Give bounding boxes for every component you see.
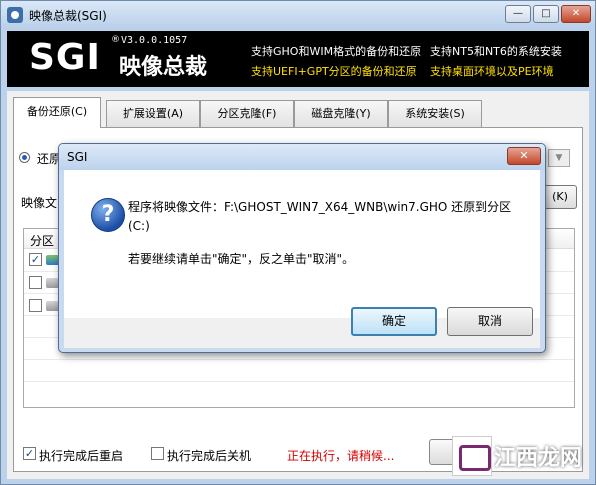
dialog-title: SGI <box>67 150 88 164</box>
tab-extended-settings[interactable]: 扩展设置(A) <box>106 100 200 127</box>
feature-text: 支持桌面环境以及PE环境 <box>430 65 554 78</box>
status-text: 正在执行，请稍候... <box>287 449 395 463</box>
dialog-title-bar[interactable]: SGI ✕ <box>59 144 545 170</box>
image-file-label: 映像文 <box>21 196 58 210</box>
row-checkbox[interactable]: ✓ <box>29 253 42 266</box>
dialog-prompt: 若要继续请单击"确定"，反之单击"取消"。 <box>128 252 355 266</box>
registered-mark: ® <box>111 35 120 45</box>
title-bar[interactable]: 映像总裁(SGI) — □ ✕ <box>1 1 595 29</box>
tab-disk-clone[interactable]: 磁盘克隆(Y) <box>294 100 388 127</box>
watermark-logo-icon <box>452 436 492 476</box>
watermark-text: 江西龙网 <box>494 446 583 471</box>
browse-button[interactable]: (K) <box>543 185 577 209</box>
dialog-close-button[interactable]: ✕ <box>507 147 541 165</box>
window-title: 映像总裁(SGI) <box>29 9 107 23</box>
reboot-checkbox[interactable]: ✓ <box>23 447 36 460</box>
maximize-button[interactable]: □ <box>533 5 559 23</box>
feature-text: 支持UEFI+GPT分区的备份和还原 <box>251 65 417 78</box>
version-label: V3.0.0.1057 <box>121 35 188 46</box>
row-checkbox[interactable] <box>29 299 42 312</box>
grid-line <box>24 359 574 360</box>
brand-name: 映像总裁 <box>119 55 208 80</box>
app-icon <box>7 7 23 23</box>
dialog-body: ? 程序将映像文件：F:\GHOST_WIN7_X64_WNB\win7.GHO… <box>64 170 540 318</box>
close-button[interactable]: ✕ <box>561 5 591 23</box>
sgi-logo: SGI <box>29 37 101 78</box>
tab-backup-restore[interactable]: 备份还原(C) <box>13 97 101 128</box>
watermark: 江西龙网 <box>452 436 594 480</box>
confirm-dialog: SGI ✕ ? 程序将映像文件：F:\GHOST_WIN7_X64_WNB\wi… <box>58 143 546 353</box>
restore-radio[interactable] <box>19 152 30 163</box>
dialog-message: 程序将映像文件：F:\GHOST_WIN7_X64_WNB\win7.GHO 还… <box>128 200 512 233</box>
grid-line <box>24 381 574 382</box>
shutdown-label: 执行完成后关机 <box>167 449 252 463</box>
row-checkbox[interactable] <box>29 276 42 289</box>
reboot-label: 执行完成后重启 <box>39 449 124 463</box>
tab-partition-clone[interactable]: 分区克隆(F) <box>200 100 294 127</box>
shutdown-checkbox[interactable] <box>151 447 164 460</box>
banner: SGI ® V3.0.0.1057 映像总裁 支持GHO和WIM格式的备份和还原… <box>7 31 589 87</box>
partition-column-header[interactable]: 分区 <box>30 232 54 249</box>
feature-text: 支持GHO和WIM格式的备份和还原 <box>251 45 422 58</box>
tab-system-install[interactable]: 系统安装(S) <box>388 100 482 127</box>
ok-button[interactable]: 确定 <box>351 307 437 336</box>
feature-text: 支持NT5和NT6的系统安装 <box>430 45 562 58</box>
cancel-button[interactable]: 取消 <box>447 307 533 336</box>
combo-dropdown-button[interactable]: ▼ <box>548 149 570 167</box>
question-icon: ? <box>91 198 125 232</box>
minimize-button[interactable]: — <box>505 5 531 23</box>
